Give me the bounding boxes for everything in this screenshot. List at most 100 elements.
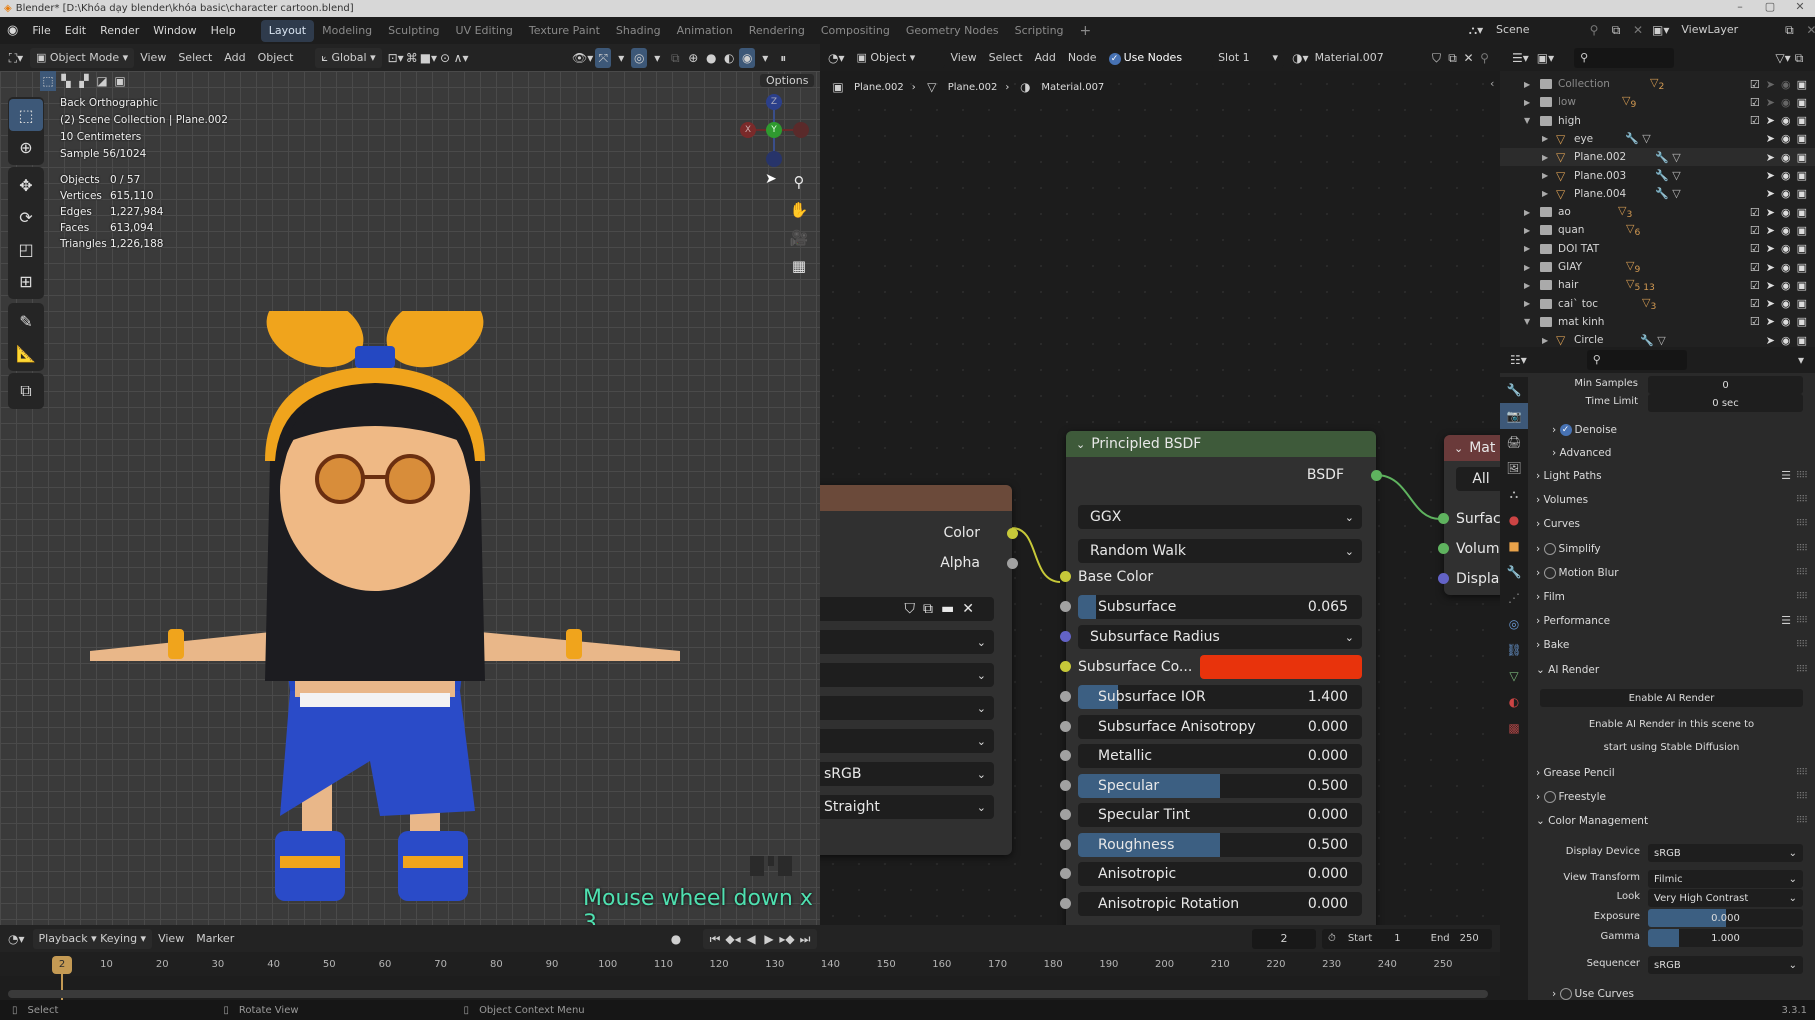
outliner-item-name[interactable]: mat kinh	[1558, 316, 1604, 328]
new-viewlayer-icon[interactable]: ⧉	[1781, 20, 1797, 40]
timeline-scrollbar[interactable]	[8, 990, 1488, 998]
render-camera-icon[interactable]: ▣	[1797, 297, 1807, 310]
outliner-row[interactable]: ▶ GIAY ▽9 ☑ ➤ ◉ ▣	[1500, 258, 1815, 276]
socket-input[interactable]	[1060, 691, 1071, 702]
delete-viewlayer-icon[interactable]: ✕	[1803, 20, 1815, 40]
panel-freestyle[interactable]: › Freestyle	[1536, 786, 1606, 808]
viewport-menu-select[interactable]: Select	[172, 48, 218, 68]
exclude-checkbox[interactable]: ☑	[1750, 279, 1760, 292]
bsdf-value-field[interactable]: Specular 0.500	[1078, 773, 1362, 798]
view-transform-dropdown[interactable]: Filmic ⌄	[1648, 870, 1803, 888]
render-camera-icon[interactable]: ▣	[1797, 78, 1807, 91]
sequencer-dropdown[interactable]: sRGB ⌄	[1648, 956, 1803, 974]
overlay-toggle-icon[interactable]: ◎	[631, 47, 648, 68]
constraints-tab-icon[interactable]: ⛓	[1500, 637, 1528, 663]
falloff-icon[interactable]: ∧▾	[453, 48, 469, 68]
outliner-row[interactable]: ▶ hair ▽5 13 ☑ ➤ ◉ ▣	[1500, 276, 1815, 294]
render-tab-icon[interactable]: 📷	[1500, 403, 1528, 429]
eye-icon[interactable]: ◉	[1781, 206, 1791, 219]
drag-handle-icon[interactable]: ⠿⠿	[1796, 616, 1808, 626]
node-editor-type-icon[interactable]: ◔▾	[828, 48, 845, 68]
outliner-row[interactable]: ▶ ▽ eye 🔧 ▽ ➤ ◉ ▣	[1500, 130, 1815, 148]
workspace-tab-compositing[interactable]: Compositing	[813, 20, 898, 42]
socket-input[interactable]	[1060, 868, 1071, 879]
scene-selector[interactable]: Scene	[1490, 20, 1580, 40]
outliner-item-name[interactable]: hair	[1558, 279, 1578, 291]
pin-icon[interactable]: ⚲	[1586, 20, 1602, 40]
drag-handle-icon[interactable]: ⠿⠿	[1796, 568, 1808, 578]
material-name-field[interactable]: Material.007	[1309, 48, 1429, 68]
denoise-checkbox[interactable]: ✓	[1559, 424, 1572, 436]
exclude-checkbox[interactable]: ☑	[1750, 206, 1760, 219]
shader-node-editor[interactable]: ▣ Plane.002 › ▽ Plane.002 › ◑ Material.007 …	[820, 71, 1500, 925]
workspace-tab-geometry-nodes[interactable]: Geometry Nodes	[898, 20, 1007, 42]
image-node-header[interactable]	[820, 485, 1012, 511]
socket-base-color[interactable]	[1060, 571, 1071, 582]
exclude-checkbox[interactable]: ☑	[1750, 224, 1760, 237]
minimize-button[interactable]: –	[1725, 0, 1755, 17]
eye-icon[interactable]: ◉	[1781, 169, 1791, 182]
render-camera-icon[interactable]: ▣	[1797, 114, 1807, 127]
enable-ai-render-button[interactable]: Enable AI Render	[1540, 689, 1803, 707]
drag-handle-icon[interactable]: ⠿⠿	[1796, 544, 1808, 554]
delete-scene-icon[interactable]: ✕	[1630, 20, 1646, 40]
panel-grease-pencil[interactable]: › Grease Pencil	[1536, 762, 1615, 784]
exclude-checkbox[interactable]: ☑	[1750, 78, 1760, 91]
exclude-checkbox[interactable]: ☑	[1750, 242, 1760, 255]
bsdf-value-field[interactable]: Metallic 0.000	[1078, 744, 1362, 768]
panel-enable-checkbox[interactable]	[1543, 791, 1556, 803]
subsurface-method-dropdown[interactable]: Random Walk ⌄	[1078, 539, 1362, 563]
eye-icon[interactable]: ◉	[1781, 224, 1791, 237]
outliner-item-name[interactable]: GIAY	[1558, 261, 1582, 273]
viewport-menu-view[interactable]: View	[134, 48, 172, 68]
proportional-edit-icon[interactable]: ⊙	[437, 48, 453, 68]
outliner-item-name[interactable]: DOI TAT	[1558, 243, 1599, 255]
outliner-row[interactable]: ▶ quan ▽6 ☑ ➤ ◉ ▣	[1500, 221, 1815, 239]
start-frame-field[interactable]: 1	[1394, 929, 1400, 949]
expand-right-icon[interactable]: ▶	[1524, 80, 1530, 89]
render-camera-icon[interactable]: ▣	[1797, 151, 1807, 164]
gizmo-neg-z-axis[interactable]	[766, 151, 782, 167]
select-box-tool-icon[interactable]: ⬚	[9, 99, 43, 131]
selectable-icon[interactable]: ➤	[1766, 224, 1775, 237]
move-tool-icon[interactable]: ✥	[9, 169, 43, 201]
outliner-item-name[interactable]: Plane.003	[1574, 170, 1626, 182]
render-camera-icon[interactable]: ▣	[1797, 315, 1807, 328]
outliner-item-name[interactable]: Collection	[1558, 78, 1610, 90]
3d-viewport[interactable]: ⬚ ▚ ▞ ◪ ▣ Options ⬚ ⊕ ✥ ⟳ ◰ ⊞ ✎ 📐 ⧉ Back…	[0, 71, 820, 925]
drag-handle-icon[interactable]: ⠿⠿	[1796, 665, 1808, 675]
bsdf-value-field[interactable]: Roughness 0.500	[1078, 832, 1362, 857]
outliner-row[interactable]: ▶ DOI TAT ☑ ➤ ◉ ▣	[1500, 240, 1815, 258]
options-button[interactable]: Options	[760, 71, 815, 91]
pivot-icon[interactable]: ⊡▾	[388, 48, 404, 68]
select-subtract-icon[interactable]: ▞	[76, 71, 92, 91]
collapse-chevron-icon[interactable]: ⌄	[1076, 438, 1085, 451]
render-camera-icon[interactable]: ▣	[1797, 279, 1807, 292]
close-window-button[interactable]: ✕	[1785, 0, 1815, 17]
pan-view-icon[interactable]: ✋	[786, 197, 812, 223]
xray-icon[interactable]: ⧉	[667, 48, 683, 68]
jump-end-icon[interactable]: ⏭	[797, 929, 813, 949]
gizmo-z-axis[interactable]: Z	[766, 94, 782, 110]
material-slot-selector[interactable]: Slot 1 ▾	[1212, 47, 1285, 68]
bsdf-value-field[interactable]: Subsurface IOR 1.400	[1078, 685, 1362, 709]
stopwatch-icon[interactable]: ⏱	[1328, 929, 1336, 949]
new-scene-icon[interactable]: ⧉	[1608, 20, 1624, 40]
rotate-tool-icon[interactable]: ⟳	[9, 201, 43, 233]
panel-curves[interactable]: › Curves	[1536, 513, 1580, 535]
prev-keyframe-icon[interactable]: ◆◂	[725, 929, 741, 949]
mode-selector[interactable]: ▣ Object Mode ▾	[30, 47, 135, 68]
orientation-selector[interactable]: ⟀ Global ▾	[315, 47, 382, 68]
outliner-row[interactable]: ▶ Collection ▽2 ☑ ➤ ◉ ▣	[1500, 75, 1815, 93]
menu-render[interactable]: Render	[93, 17, 146, 44]
subsurface-field[interactable]: Subsurface 0.065	[1078, 595, 1362, 619]
panel-light-paths[interactable]: › Light Paths	[1536, 465, 1602, 487]
select-new-icon[interactable]: ⬚	[40, 71, 56, 91]
node-menu-view[interactable]: View	[945, 48, 983, 68]
presets-list-icon[interactable]: ☰	[1781, 469, 1791, 482]
viewlayer-selector[interactable]: ViewLayer	[1675, 20, 1775, 40]
new-collection-icon[interactable]: ⧉	[1791, 48, 1807, 68]
gizmo-x-axis[interactable]: X	[740, 122, 756, 138]
outliner-row[interactable]: ▶ low ▽9 ☑ ➤ ◉ ▣	[1500, 93, 1815, 111]
output-node-header[interactable]: ⌄ Mat	[1444, 435, 1500, 461]
